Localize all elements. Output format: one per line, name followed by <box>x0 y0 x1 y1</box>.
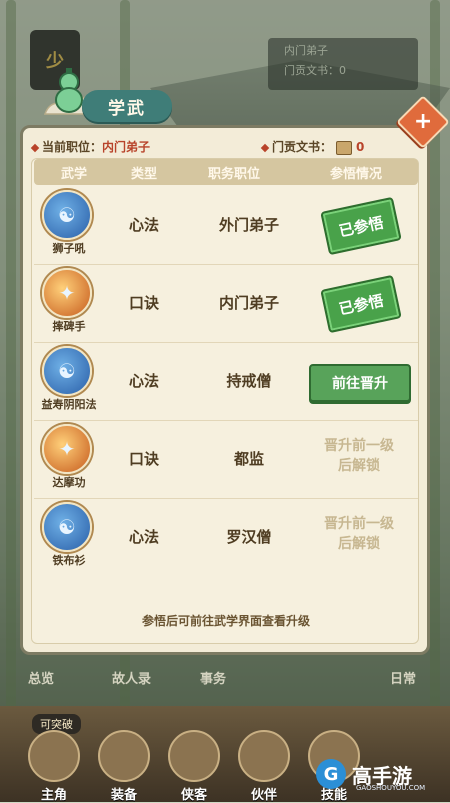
skill-type: 口诀 <box>129 450 160 468</box>
skill-name: 摔碑手 <box>52 320 86 333</box>
col-martial: 武学 <box>60 166 87 182</box>
skill-post: 都监 <box>233 450 264 468</box>
merit-value: 0 <box>356 140 365 154</box>
nav-affairs[interactable]: 事务 <box>200 668 226 687</box>
watermark-logo-icon: G <box>316 759 346 789</box>
learned-stamp: 已参悟 <box>320 196 402 256</box>
site-watermark: G 高手游 GAOSHOUYOU.COM <box>316 754 446 794</box>
skill-post: 持戒僧 <box>226 372 272 390</box>
locked-status: 晋升前一级 后解锁 <box>324 438 394 474</box>
skill-name: 狮子吼 <box>52 242 86 255</box>
tab-partner[interactable]: 伙伴 <box>234 730 294 803</box>
table-row: ☯ 狮子吼 心法 外门弟子 已参悟 <box>34 188 418 265</box>
book-icon[interactable]: ☯ <box>42 190 92 240</box>
skill-type: 心法 <box>129 528 160 546</box>
current-post-info: 当前职位：内门弟子 <box>30 138 151 155</box>
col-type: 类型 <box>130 166 157 182</box>
skill-name: 益寿阴阳法 <box>41 398 97 411</box>
current-post-value: 内门弟子 <box>102 140 151 154</box>
go-promote-button[interactable]: 前往晋升 <box>309 364 411 402</box>
table-row: ☯ 益寿阴阳法 心法 持戒僧 前往晋升 <box>34 344 418 421</box>
skill-type: 心法 <box>129 216 160 234</box>
skill-post: 外门弟子 <box>218 216 279 234</box>
book-icon[interactable]: ☯ <box>42 346 92 396</box>
tab-hero[interactable]: 主角 <box>24 730 84 803</box>
skill-post: 内门弟子 <box>218 294 279 312</box>
fire-skill-icon[interactable]: ✦ <box>42 424 92 474</box>
equipment-icon <box>98 730 150 782</box>
partner-icon <box>238 730 290 782</box>
scroll-icon <box>336 140 353 155</box>
diamond-icon <box>30 143 40 152</box>
col-status: 参悟情况 <box>329 166 382 182</box>
skill-name: 达摩功 <box>52 476 86 489</box>
book-icon[interactable]: ☯ <box>42 502 92 552</box>
table-row: ✦ 摔碑手 口诀 内门弟子 已参悟 <box>34 266 418 343</box>
col-post: 职务职位 <box>207 166 260 182</box>
locked-status: 晋升前一级 后解锁 <box>324 516 394 552</box>
diamond-icon <box>260 143 270 152</box>
merit-info: 门贡文书： 0 <box>260 138 365 155</box>
nav-overview[interactable]: 总览 <box>28 668 54 687</box>
nav-friends[interactable]: 故人录 <box>112 668 151 687</box>
fire-skill-icon[interactable]: ✦ <box>42 268 92 318</box>
footer-note: 参悟后可前往武学界面查看升级 <box>141 614 310 628</box>
close-icon: + <box>413 109 433 134</box>
table-row: ☯ 铁布衫 心法 罗汉僧 晋升前一级 后解锁 <box>34 500 418 576</box>
gourd-icon <box>55 68 83 113</box>
skill-name: 铁布衫 <box>52 554 86 567</box>
table-row: ✦ 达摩功 口诀 都监 晋升前一级 后解锁 <box>34 422 418 499</box>
table-header: 武学 类型 职务职位 参悟情况 <box>34 159 418 185</box>
tab-equipment[interactable]: 装备 <box>94 730 154 803</box>
bottom-secondary-nav: 总览 故人录 事务 日常 <box>0 660 450 700</box>
skill-type: 心法 <box>129 372 160 390</box>
skill-post: 罗汉僧 <box>226 528 272 546</box>
dialog-title: 学武 <box>82 90 172 122</box>
tab-heroes[interactable]: 侠客 <box>164 730 224 803</box>
hero-icon <box>28 730 80 782</box>
nav-daily[interactable]: 日常 <box>390 668 416 687</box>
heroes-icon <box>168 730 220 782</box>
learned-stamp: 已参悟 <box>320 274 402 334</box>
skill-type: 口诀 <box>129 294 160 312</box>
